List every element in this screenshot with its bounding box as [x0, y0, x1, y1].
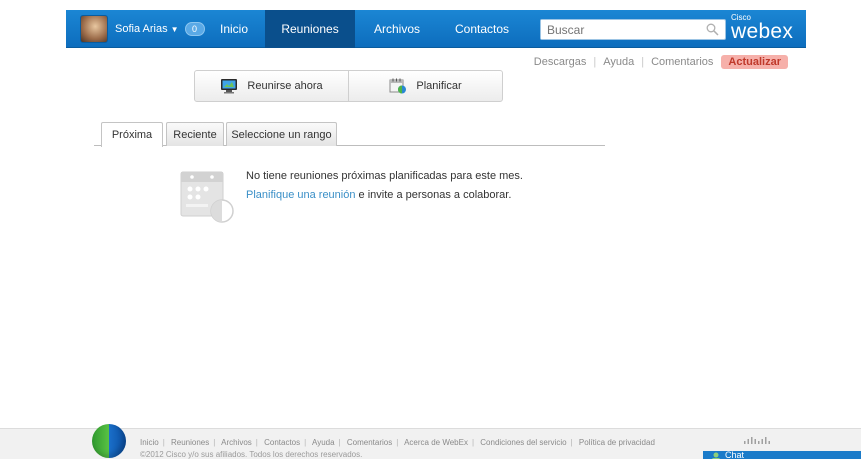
tab-reciente[interactable]: Reciente	[166, 122, 224, 146]
update-button[interactable]: Actualizar	[721, 55, 788, 69]
main-nav-bar: Sofia Arias ▼ 0 Inicio Reuniones Archivo…	[66, 10, 806, 48]
meeting-tabs: Próxima Reciente Seleccione un rango	[94, 122, 605, 147]
divider: |	[213, 438, 216, 447]
divider: |	[338, 438, 341, 447]
schedule-button[interactable]: Planificar	[348, 71, 502, 101]
chevron-down-icon[interactable]: ▼	[171, 25, 179, 34]
divider: |	[396, 438, 399, 447]
search-input[interactable]	[541, 20, 691, 39]
divider: |	[471, 438, 475, 447]
meet-now-label: Reunirse ahora	[247, 80, 323, 92]
avatar[interactable]	[80, 15, 108, 43]
footer-link-ayuda[interactable]: Ayuda	[312, 438, 335, 447]
notification-badge[interactable]: 0	[184, 22, 205, 36]
footer-links: Inicio | Reuniones | Archivos | Contactos | …	[140, 438, 655, 447]
chat-label: Chat	[725, 451, 745, 459]
nav-inicio[interactable]: Inicio	[212, 10, 256, 48]
meet-now-button[interactable]: Reunirse ahora	[195, 71, 348, 101]
divider: |	[162, 438, 165, 447]
empty-state-cta-text: e invite a personas a colaborar.	[355, 189, 512, 201]
footer-link-inicio[interactable]: Inicio	[140, 438, 159, 447]
divider: |	[304, 438, 307, 447]
footer-link-privacidad[interactable]: Política de privacidad	[579, 438, 655, 447]
empty-state-cta: Planifique una reunión e invite a person…	[246, 189, 511, 201]
utility-links: Descargas | Ayuda | Comentarios Actualiz…	[534, 55, 788, 69]
footer-link-archivos[interactable]: Archivos	[221, 438, 252, 447]
nav-archivos[interactable]: Archivos	[366, 10, 428, 48]
meeting-actions: Reunirse ahora Planificar	[194, 70, 503, 102]
empty-state-message: No tiene reuniones próximas planificadas…	[246, 170, 523, 182]
monitor-icon	[221, 79, 238, 94]
divider: |	[593, 56, 597, 68]
user-menu[interactable]: Sofia Arias ▼ 0	[80, 15, 205, 43]
divider: |	[255, 438, 258, 447]
calendar-icon	[389, 78, 407, 94]
search-icon[interactable]	[706, 23, 719, 36]
copyright-text: ©2012 Cisco y/o sus afiliados. Todos los…	[140, 450, 363, 459]
footer-link-reuniones[interactable]: Reuniones	[171, 438, 209, 447]
cisco-logo-icon	[744, 437, 770, 444]
tab-proxima[interactable]: Próxima	[101, 122, 163, 147]
user-name[interactable]: Sofia Arias	[115, 23, 168, 35]
footer-link-comentarios[interactable]: Comentarios	[347, 438, 392, 447]
schedule-meeting-link[interactable]: Planifique una reunión	[246, 189, 355, 201]
tab-seleccione-rango[interactable]: Seleccione un rango	[226, 122, 337, 146]
comments-link[interactable]: Comentarios	[651, 56, 713, 68]
footer-link-acerca[interactable]: Acerca de WebEx	[404, 438, 468, 447]
help-link[interactable]: Ayuda	[603, 56, 634, 68]
nav-reuniones[interactable]: Reuniones	[265, 10, 355, 48]
footer-link-condiciones[interactable]: Condiciones del servicio	[480, 438, 566, 447]
downloads-link[interactable]: Descargas	[534, 56, 587, 68]
webex-globe-icon	[92, 424, 126, 458]
footer-link-contactos[interactable]: Contactos	[264, 438, 300, 447]
logo-webex-text: webex	[731, 20, 794, 43]
chat-bar[interactable]: Chat	[703, 451, 861, 459]
empty-calendar-icon	[180, 171, 234, 223]
top-header: Sofia Arias ▼ 0 Inicio Reuniones Archivo…	[0, 0, 861, 69]
schedule-label: Planificar	[416, 80, 462, 92]
search-box[interactable]	[540, 19, 726, 40]
divider: |	[641, 56, 645, 68]
divider: |	[570, 438, 573, 447]
nav-contactos[interactable]: Contactos	[447, 10, 517, 48]
webex-logo[interactable]: Cisco webex	[731, 14, 794, 43]
user-icon	[712, 452, 720, 459]
